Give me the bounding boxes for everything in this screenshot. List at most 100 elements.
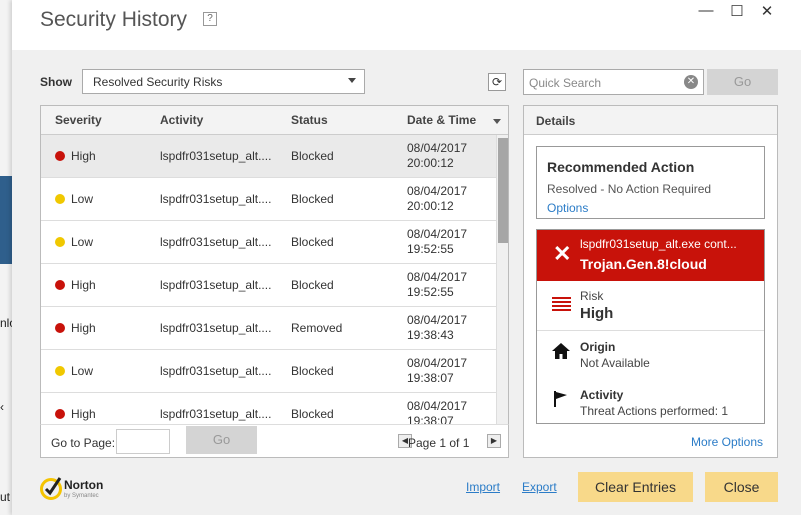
date: 08/04/2017	[407, 399, 468, 413]
goto-page-input[interactable]	[116, 429, 170, 454]
table-row[interactable]: Low lspdfr031setup_alt.... Blocked 08/04…	[41, 221, 496, 264]
status-cell: Removed	[291, 321, 343, 335]
page-indicator: Page 1 of 1	[408, 436, 470, 450]
scrollbar-thumb[interactable]	[498, 138, 508, 243]
table-row[interactable]: High lspdfr031setup_alt.... Removed 08/0…	[41, 307, 496, 350]
more-options-link[interactable]: More Options	[691, 435, 763, 449]
severity-low-icon	[55, 366, 65, 376]
date: 08/04/2017	[407, 184, 468, 198]
severity-high-icon	[55, 409, 65, 419]
severity-cell: High	[71, 149, 96, 163]
help-button[interactable]: ?	[203, 12, 217, 26]
quick-search-input[interactable]: Quick Search	[523, 69, 704, 95]
background-app: nlo ‹ ut	[0, 0, 12, 515]
table-scrollbar[interactable]	[496, 135, 508, 457]
status-cell: Blocked	[291, 278, 334, 292]
activity-cell: lspdfr031setup_alt....	[160, 149, 272, 163]
title-bar: Security History ? — ☐ ✕	[12, 0, 801, 50]
severity-cell: Low	[71, 235, 94, 249]
risk-bars-icon	[552, 297, 571, 313]
status-cell: Blocked	[291, 364, 334, 378]
home-icon	[552, 343, 570, 359]
table-row[interactable]: High lspdfr031setup_alt.... Blocked 08/0…	[41, 264, 496, 307]
details-header: Details	[524, 106, 777, 135]
clear-entries-button[interactable]: Clear Entries	[578, 472, 693, 502]
norton-logo: Norton by Symantec	[40, 475, 110, 503]
status-cell: Blocked	[291, 192, 334, 206]
date-time-cell: 08/04/2017 19:38:43	[407, 313, 467, 343]
window-title: Security History	[40, 8, 188, 31]
activity-cell: lspdfr031setup_alt....	[160, 235, 272, 249]
date: 08/04/2017	[407, 141, 468, 155]
severity-high-icon	[55, 151, 65, 161]
date-time-cell: 08/04/2017 19:52:55	[407, 270, 467, 300]
severity-cell: Low	[71, 364, 94, 378]
refresh-icon[interactable]: ⟳	[488, 73, 506, 91]
column-date-time[interactable]: Date & Time	[407, 113, 476, 127]
threat-banner: ✕ lspdfr031setup_alt.exe cont... Trojan.…	[537, 230, 764, 281]
background-panel	[0, 176, 12, 264]
origin-label: Origin	[580, 340, 616, 354]
threat-x-icon: ✕	[553, 241, 572, 266]
severity-cell: High	[71, 407, 96, 421]
severity-high-icon	[55, 323, 65, 333]
norton-logo-subtext: by Symantec	[64, 493, 99, 499]
import-link[interactable]: Import	[466, 480, 500, 494]
maximize-button[interactable]: ☐	[726, 2, 748, 20]
activity-cell: lspdfr031setup_alt....	[160, 192, 272, 206]
clear-search-icon[interactable]: ✕	[684, 75, 698, 89]
time: 20:00:12	[407, 199, 454, 213]
activity-value: Threat Actions performed: 1	[580, 404, 729, 418]
show-dropdown[interactable]: Resolved Security Risks	[82, 69, 365, 94]
table-row[interactable]: High lspdfr031setup_alt.... Blocked 08/0…	[41, 135, 496, 178]
risk-value: High	[580, 305, 614, 322]
close-button[interactable]: Close	[705, 472, 778, 502]
activity-label: Activity	[580, 388, 624, 402]
column-status[interactable]: Status	[291, 113, 328, 127]
search-go-button[interactable]: Go	[707, 69, 778, 95]
date-time-cell: 08/04/2017 19:52:55	[407, 227, 467, 257]
activity-cell: lspdfr031setup_alt....	[160, 364, 272, 378]
sort-desc-icon[interactable]	[493, 119, 501, 124]
time: 19:38:43	[407, 328, 454, 342]
column-activity[interactable]: Activity	[160, 113, 203, 127]
recommended-action-box: Recommended Action Resolved - No Action …	[536, 146, 765, 219]
security-history-table: Severity Activity Status Date & Time Hig…	[40, 105, 509, 458]
column-severity[interactable]: Severity	[55, 113, 102, 127]
norton-logo-text: Norton	[64, 478, 104, 492]
close-window-button[interactable]: ✕	[756, 2, 778, 20]
table-header: Severity Activity Status Date & Time	[41, 106, 508, 135]
export-link[interactable]: Export	[522, 480, 557, 494]
severity-cell: High	[71, 278, 96, 292]
date: 08/04/2017	[407, 227, 468, 241]
background-text: nlo	[0, 316, 12, 330]
severity-low-icon	[55, 237, 65, 247]
time: 19:52:55	[407, 242, 454, 256]
status-cell: Blocked	[291, 235, 334, 249]
minimize-button[interactable]: —	[695, 2, 717, 19]
date-time-cell: 08/04/2017 19:38:07	[407, 356, 467, 386]
show-dropdown-value: Resolved Security Risks	[93, 75, 223, 89]
table-row[interactable]: Low lspdfr031setup_alt.... Blocked 08/04…	[41, 350, 496, 393]
security-history-window: Security History ? — ☐ ✕ Show Resolved S…	[12, 0, 801, 515]
risk-label: Risk	[580, 289, 604, 303]
threat-name: Trojan.Gen.8!cloud	[580, 256, 707, 272]
severity-cell: High	[71, 321, 96, 335]
risk-row: Risk High	[537, 281, 764, 331]
date: 08/04/2017	[407, 270, 468, 284]
date: 08/04/2017	[407, 356, 468, 370]
severity-cell: Low	[71, 192, 94, 206]
content-area: Show Resolved Security Risks ⟳ Severity …	[12, 50, 801, 515]
options-link[interactable]: Options	[547, 201, 588, 215]
table-row[interactable]: Low lspdfr031setup_alt.... Blocked 08/04…	[41, 178, 496, 221]
pagination-bar: Go to Page: Go ◀ Page 1 of 1 ▶	[40, 424, 509, 458]
recommended-action-subtitle: Resolved - No Action Required	[547, 182, 712, 196]
background-text: ut	[0, 490, 11, 504]
severity-low-icon	[55, 194, 65, 204]
threat-file: lspdfr031setup_alt.exe cont...	[580, 237, 737, 251]
date-time-cell: 08/04/2017 20:00:12	[407, 141, 467, 171]
goto-page-go-button[interactable]: Go	[186, 426, 257, 454]
background-text: ‹	[0, 400, 4, 414]
goto-page-label: Go to Page:	[51, 436, 116, 450]
next-page-icon[interactable]: ▶	[487, 434, 501, 448]
